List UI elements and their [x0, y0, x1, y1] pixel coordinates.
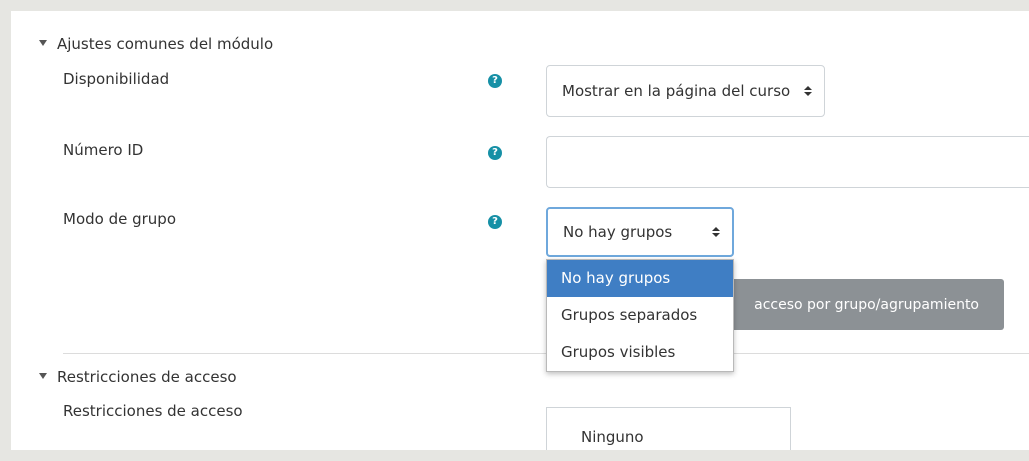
access-restrictions-box: Ninguno	[546, 407, 791, 450]
section-common-title: Ajustes comunes del módulo	[57, 35, 274, 53]
group-mode-option-separate-groups[interactable]: Grupos separados	[547, 297, 733, 334]
section-access-title: Restricciones de acceso	[57, 368, 237, 386]
group-mode-label: Modo de grupo	[63, 210, 176, 228]
id-number-input[interactable]	[546, 136, 1029, 188]
collapse-caret-icon[interactable]	[39, 39, 47, 46]
availability-select-value: Mostrar en la página del curso	[562, 82, 791, 100]
group-mode-option-visible-groups[interactable]: Grupos visibles	[547, 334, 733, 371]
group-mode-dropdown[interactable]: No hay grupos Grupos separados Grupos vi…	[546, 259, 734, 372]
section-common-header[interactable]: Ajustes comunes del módulo	[39, 35, 273, 53]
group-mode-select[interactable]: No hay grupos	[546, 207, 734, 257]
id-number-help-icon[interactable]: ?	[488, 146, 502, 160]
group-mode-option-no-groups[interactable]: No hay grupos	[547, 260, 733, 297]
group-mode-select-value: No hay grupos	[563, 223, 673, 241]
access-restrictions-value: Ninguno	[581, 428, 644, 446]
group-access-restriction-button[interactable]: acceso por grupo/agrupamiento	[711, 279, 1004, 330]
availability-select[interactable]: Mostrar en la página del curso	[546, 65, 825, 117]
group-mode-help-icon[interactable]: ?	[488, 215, 502, 229]
module-settings-panel: Ajustes comunes del módulo Disponibilida…	[11, 11, 1029, 450]
group-access-restriction-button-label: acceso por grupo/agrupamiento	[754, 296, 979, 313]
availability-help-icon[interactable]: ?	[488, 74, 502, 88]
select-arrows-icon	[804, 86, 812, 96]
collapse-caret-icon[interactable]	[39, 372, 47, 379]
select-arrows-icon	[712, 227, 720, 237]
availability-label: Disponibilidad	[63, 70, 170, 88]
id-number-label: Número ID	[63, 141, 144, 159]
section-access-header[interactable]: Restricciones de acceso	[39, 368, 237, 386]
access-restrictions-label: Restricciones de acceso	[63, 402, 243, 420]
